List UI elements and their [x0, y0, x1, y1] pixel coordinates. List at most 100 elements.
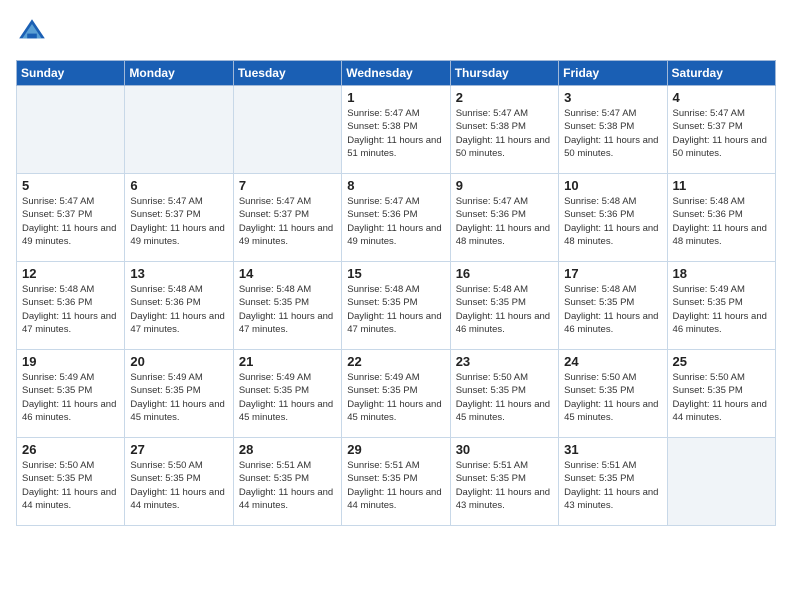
day-cell: 23 Sunrise: 5:50 AMSunset: 5:35 PMDayligh… [450, 350, 558, 438]
logo [16, 16, 52, 48]
day-cell: 3Sunrise: 5:47 AMSunset: 5:38 PMDaylight… [559, 86, 667, 174]
day-cell: 2 Sunrise: 5:47 AMSunset: 5:38 PMDaylight… [450, 86, 558, 174]
day-cell [233, 86, 341, 174]
day-number: 4 [673, 90, 770, 105]
day-number: 30 [456, 442, 553, 457]
day-cell: 25 Sunrise: 5:50 AMSunset: 5:35 PMDayligh… [667, 350, 775, 438]
day-number: 15 [347, 266, 444, 281]
day-cell: 17 Sunrise: 5:48 AMSunset: 5:35 PMDayligh… [559, 262, 667, 350]
day-number: 27 [130, 442, 227, 457]
day-info: Sunrise: 5:50 AMSunset: 5:35 PMDaylight:… [456, 371, 553, 424]
day-number: 23 [456, 354, 553, 369]
day-number: 1 [347, 90, 444, 105]
day-cell: 10 Sunrise: 5:48 AMSunset: 5:36 PMDayligh… [559, 174, 667, 262]
day-info: Sunrise: 5:47 AMSunset: 5:38 PMDaylight:… [564, 107, 661, 160]
day-info: Sunrise: 5:48 AMSunset: 5:36 PMDaylight:… [130, 283, 227, 336]
day-info: Sunrise: 5:47 AMSunset: 5:37 PMDaylight:… [130, 195, 227, 248]
day-number: 19 [22, 354, 119, 369]
day-info: Sunrise: 5:50 AMSunset: 5:35 PMDaylight:… [130, 459, 227, 512]
day-cell: 8 Sunrise: 5:47 AMSunset: 5:36 PMDaylight… [342, 174, 450, 262]
day-header-friday: Friday [559, 61, 667, 86]
day-cell: 24 Sunrise: 5:50 AMSunset: 5:35 PMDayligh… [559, 350, 667, 438]
day-cell: 14 Sunrise: 5:48 AMSunset: 5:35 PMDayligh… [233, 262, 341, 350]
day-header-wednesday: Wednesday [342, 61, 450, 86]
day-header-row: SundayMondayTuesdayWednesdayThursdayFrid… [17, 61, 776, 86]
day-number: 14 [239, 266, 336, 281]
day-cell: 29 Sunrise: 5:51 AMSunset: 5:35 PMDayligh… [342, 438, 450, 526]
day-number: 11 [673, 178, 770, 193]
day-header-monday: Monday [125, 61, 233, 86]
day-info: Sunrise: 5:48 AMSunset: 5:35 PMDaylight:… [347, 283, 444, 336]
day-info: Sunrise: 5:47 AMSunset: 5:36 PMDaylight:… [347, 195, 444, 248]
day-number: 28 [239, 442, 336, 457]
day-info: Sunrise: 5:49 AMSunset: 5:35 PMDaylight:… [130, 371, 227, 424]
day-info: Sunrise: 5:48 AMSunset: 5:36 PMDaylight:… [564, 195, 661, 248]
day-info: Sunrise: 5:50 AMSunset: 5:35 PMDaylight:… [564, 371, 661, 424]
day-cell: 12Sunrise: 5:48 AMSunset: 5:36 PMDayligh… [17, 262, 125, 350]
day-cell: 27 Sunrise: 5:50 AMSunset: 5:35 PMDayligh… [125, 438, 233, 526]
day-number: 13 [130, 266, 227, 281]
page-header [16, 16, 776, 48]
day-number: 2 [456, 90, 553, 105]
calendar-table: SundayMondayTuesdayWednesdayThursdayFrid… [16, 60, 776, 526]
day-info: Sunrise: 5:47 AMSunset: 5:36 PMDaylight:… [456, 195, 553, 248]
week-row-5: 26 Sunrise: 5:50 AMSunset: 5:35 PMDayligh… [17, 438, 776, 526]
day-info: Sunrise: 5:51 AMSunset: 5:35 PMDaylight:… [239, 459, 336, 512]
day-cell: 13 Sunrise: 5:48 AMSunset: 5:36 PMDayligh… [125, 262, 233, 350]
day-info: Sunrise: 5:51 AMSunset: 5:35 PMDaylight:… [456, 459, 553, 512]
day-cell: 1 Sunrise: 5:47 AMSunset: 5:38 PMDaylight… [342, 86, 450, 174]
day-info: Sunrise: 5:51 AMSunset: 5:35 PMDaylight:… [347, 459, 444, 512]
day-cell [17, 86, 125, 174]
day-cell: 20Sunrise: 5:49 AMSunset: 5:35 PMDayligh… [125, 350, 233, 438]
day-cell: 6Sunrise: 5:47 AMSunset: 5:37 PMDaylight… [125, 174, 233, 262]
week-row-2: 5 Sunrise: 5:47 AMSunset: 5:37 PMDaylight… [17, 174, 776, 262]
day-number: 5 [22, 178, 119, 193]
day-info: Sunrise: 5:49 AMSunset: 5:35 PMDaylight:… [673, 283, 770, 336]
day-info: Sunrise: 5:47 AMSunset: 5:37 PMDaylight:… [22, 195, 119, 248]
day-info: Sunrise: 5:48 AMSunset: 5:35 PMDaylight:… [239, 283, 336, 336]
day-cell: 15 Sunrise: 5:48 AMSunset: 5:35 PMDayligh… [342, 262, 450, 350]
day-number: 12 [22, 266, 119, 281]
day-cell: 28 Sunrise: 5:51 AMSunset: 5:35 PMDayligh… [233, 438, 341, 526]
day-number: 10 [564, 178, 661, 193]
day-info: Sunrise: 5:51 AMSunset: 5:35 PMDaylight:… [564, 459, 661, 512]
week-row-3: 12 Sunrise: 5:48 AMSunset: 5:36 PMDayligh… [17, 262, 776, 350]
day-number: 7 [239, 178, 336, 193]
day-info: Sunrise: 5:49 AMSunset: 5:35 PMDaylight:… [239, 371, 336, 424]
day-info: Sunrise: 5:50 AMSunset: 5:35 PMDaylight:… [22, 459, 119, 512]
day-number: 29 [347, 442, 444, 457]
day-cell: 21Sunrise: 5:49 AMSunset: 5:35 PMDayligh… [233, 350, 341, 438]
day-number: 31 [564, 442, 661, 457]
day-number: 26 [22, 442, 119, 457]
day-cell: 30 Sunrise: 5:51 AMSunset: 5:35 PMDayligh… [450, 438, 558, 526]
day-info: Sunrise: 5:47 AMSunset: 5:37 PMDaylight:… [239, 195, 336, 248]
week-row-4: 19 Sunrise: 5:49 AMSunset: 5:35 PMDayligh… [17, 350, 776, 438]
day-number: 24 [564, 354, 661, 369]
day-number: 8 [347, 178, 444, 193]
day-info: Sunrise: 5:48 AMSunset: 5:35 PMDaylight:… [564, 283, 661, 336]
day-cell: 16Sunrise: 5:48 AMSunset: 5:35 PMDayligh… [450, 262, 558, 350]
day-info: Sunrise: 5:47 AMSunset: 5:37 PMDaylight:… [673, 107, 770, 160]
day-header-sunday: Sunday [17, 61, 125, 86]
day-number: 18 [673, 266, 770, 281]
day-header-saturday: Saturday [667, 61, 775, 86]
day-cell: 5 Sunrise: 5:47 AMSunset: 5:37 PMDaylight… [17, 174, 125, 262]
day-cell: 18 Sunrise: 5:49 AMSunset: 5:35 PMDayligh… [667, 262, 775, 350]
day-cell: 4 Sunrise: 5:47 AMSunset: 5:37 PMDaylight… [667, 86, 775, 174]
day-info: Sunrise: 5:50 AMSunset: 5:35 PMDaylight:… [673, 371, 770, 424]
day-header-thursday: Thursday [450, 61, 558, 86]
day-number: 25 [673, 354, 770, 369]
day-number: 16 [456, 266, 553, 281]
day-cell: 19Sunrise: 5:49 AMSunset: 5:35 PMDayligh… [17, 350, 125, 438]
day-header-tuesday: Tuesday [233, 61, 341, 86]
day-cell: 26 Sunrise: 5:50 AMSunset: 5:35 PMDayligh… [17, 438, 125, 526]
day-number: 9 [456, 178, 553, 193]
day-number: 17 [564, 266, 661, 281]
day-info: Sunrise: 5:47 AMSunset: 5:38 PMDaylight:… [347, 107, 444, 160]
day-number: 22 [347, 354, 444, 369]
day-cell: 22Sunrise: 5:49 AMSunset: 5:35 PMDayligh… [342, 350, 450, 438]
day-info: Sunrise: 5:47 AMSunset: 5:38 PMDaylight:… [456, 107, 553, 160]
day-cell: 31 Sunrise: 5:51 AMSunset: 5:35 PMDayligh… [559, 438, 667, 526]
day-cell [667, 438, 775, 526]
day-cell: 7 Sunrise: 5:47 AMSunset: 5:37 PMDaylight… [233, 174, 341, 262]
